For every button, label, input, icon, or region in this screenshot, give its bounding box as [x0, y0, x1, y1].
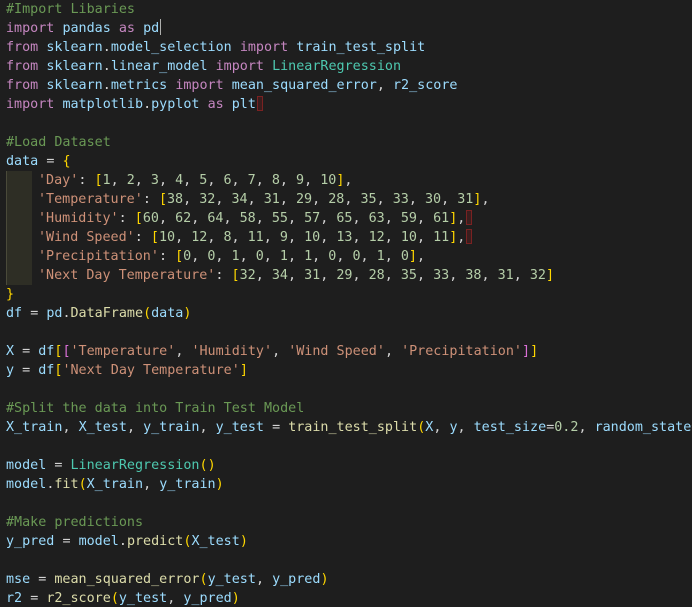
code-line[interactable]	[0, 380, 692, 399]
code-line[interactable]: 'Temperature': [38, 32, 34, 31, 29, 28, …	[0, 190, 692, 209]
code-line[interactable]: #Split the data into Train Test Model	[0, 399, 692, 418]
code-line[interactable]: model.fit(X_train, y_train)	[0, 475, 692, 494]
code-line[interactable]: #Import Libaries	[0, 0, 692, 19]
code-line[interactable]: r2 = r2_score(y_test, y_pred)	[0, 589, 692, 607]
code-line[interactable]	[0, 114, 692, 133]
code-line[interactable]: 'Humidity': [60, 62, 64, 58, 55, 57, 65,…	[0, 209, 692, 228]
code-line[interactable]: #Make predictions	[0, 513, 692, 532]
code-line[interactable]: import matplotlib.pyplot as plt	[0, 95, 692, 114]
code-line[interactable]: data = {	[0, 152, 692, 171]
indent-guide	[6, 266, 32, 285]
code-line[interactable]: df = pd.DataFrame(data)	[0, 304, 692, 323]
code-line[interactable]: 'Wind Speed': [10, 12, 8, 11, 9, 10, 13,…	[0, 228, 692, 247]
code-line[interactable]	[0, 494, 692, 513]
code-line[interactable]: import pandas as pd	[0, 19, 692, 38]
code-line[interactable]: mse = mean_squared_error(y_test, y_pred)	[0, 570, 692, 589]
code-line[interactable]: X = df[['Temperature', 'Humidity', 'Wind…	[0, 342, 692, 361]
text-cursor	[160, 19, 162, 35]
code-line[interactable]: 'Day': [1, 2, 3, 4, 5, 6, 7, 8, 9, 10],	[0, 171, 692, 190]
code-line[interactable]	[0, 551, 692, 570]
code-line[interactable]: from sklearn.model_selection import trai…	[0, 38, 692, 57]
code-line[interactable]: model = LinearRegression()	[0, 456, 692, 475]
code-line[interactable]: y = df['Next Day Temperature']	[0, 361, 692, 380]
code-line[interactable]: X_train, X_test, y_train, y_test = train…	[0, 418, 692, 437]
code-line[interactable]: 'Next Day Temperature': [32, 34, 31, 29,…	[0, 266, 692, 285]
code-line[interactable]: y_pred = model.predict(X_test)	[0, 532, 692, 551]
bracket-mismatch-marker	[256, 96, 263, 111]
code-line[interactable]: from sklearn.linear_model import LinearR…	[0, 57, 692, 76]
indent-guide	[6, 228, 32, 247]
indent-guide	[6, 190, 32, 209]
bracket-mismatch-marker	[466, 229, 473, 244]
bracket-mismatch-marker	[466, 210, 473, 225]
code-line[interactable]: from sklearn.metrics import mean_squared…	[0, 76, 692, 95]
code-editor[interactable]: #Import Libaries import pandas as pd from …	[0, 0, 692, 607]
code-line[interactable]: 'Precipitation': [0, 0, 1, 0, 1, 1, 0, 0…	[0, 247, 692, 266]
code-line[interactable]	[0, 323, 692, 342]
indent-guide	[6, 171, 32, 190]
code-line[interactable]	[0, 437, 692, 456]
indent-guide	[6, 247, 32, 266]
code-line[interactable]: #Load Dataset	[0, 133, 692, 152]
indent-guide	[6, 209, 32, 228]
code-line[interactable]: }	[0, 285, 692, 304]
